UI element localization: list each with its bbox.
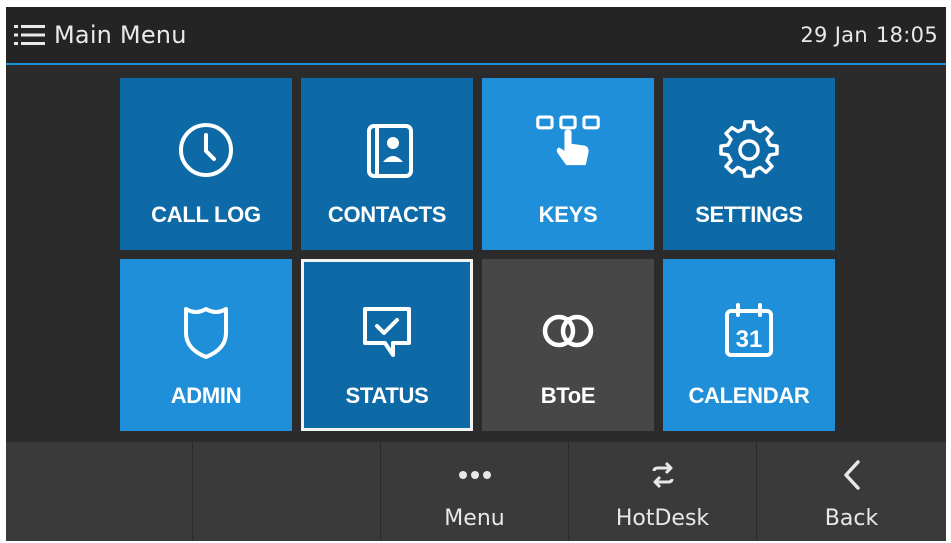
more-dots-icon xyxy=(455,460,495,490)
chevron-left-icon xyxy=(841,460,863,490)
tile-contacts[interactable]: CONTACTS xyxy=(301,78,473,250)
time-text: 18:05 xyxy=(875,23,938,47)
calendar-icon: 31 xyxy=(717,299,781,363)
shield-icon xyxy=(174,299,238,363)
softkey-2-empty[interactable] xyxy=(193,442,381,541)
keys-touch-icon xyxy=(536,110,600,174)
tile-label: SETTINGS xyxy=(695,202,803,227)
tile-label: STATUS xyxy=(345,383,429,408)
tile-label: CALENDAR xyxy=(688,383,810,408)
tile-label: KEYS xyxy=(538,202,598,227)
tile-label: CONTACTS xyxy=(327,202,447,227)
tile-keys[interactable]: KEYS xyxy=(482,78,654,250)
softkey-label: Back xyxy=(824,506,879,531)
calendar-icon-text: 31 xyxy=(736,326,763,353)
tile-label: CALL LOG xyxy=(151,202,261,227)
contacts-book-icon xyxy=(355,118,419,182)
tile-label: ADMIN xyxy=(170,383,242,408)
softkey-label: HotDesk xyxy=(615,506,710,531)
phone-screen: Main Menu 29 Jan 18:05 CALL LOG CONTACTS … xyxy=(6,7,946,541)
menu-grid: CALL LOG CONTACTS KEYS SETTINGS ADMIN ST… xyxy=(120,78,836,433)
list-menu-icon[interactable] xyxy=(14,22,48,48)
tile-admin[interactable]: ADMIN xyxy=(120,259,292,431)
softkey-label: Menu xyxy=(444,506,505,531)
tile-btoe[interactable]: BToE xyxy=(482,259,654,431)
page-title: Main Menu xyxy=(54,21,187,49)
softkey-menu[interactable]: Menu xyxy=(381,442,569,541)
gear-icon xyxy=(717,118,781,182)
tile-label: BToE xyxy=(540,383,596,408)
btoe-rings-icon xyxy=(536,299,600,363)
softkey-bar: Menu HotDesk Back xyxy=(6,442,946,541)
tile-calendar[interactable]: 31 CALENDAR xyxy=(663,259,835,431)
date-text: 29 Jan xyxy=(800,23,868,47)
tile-call-log[interactable]: CALL LOG xyxy=(120,78,292,250)
swap-arrows-icon xyxy=(648,460,678,490)
tile-status[interactable]: STATUS xyxy=(301,259,473,431)
clock-icon xyxy=(174,118,238,182)
softkey-hotdesk[interactable]: HotDesk xyxy=(569,442,757,541)
softkey-back[interactable]: Back xyxy=(757,442,946,541)
softkey-1-empty[interactable] xyxy=(6,442,193,541)
date-time: 29 Jan 18:05 xyxy=(800,23,946,47)
title-bar: Main Menu 29 Jan 18:05 xyxy=(6,7,946,65)
tile-settings[interactable]: SETTINGS xyxy=(663,78,835,250)
title-group: Main Menu xyxy=(6,21,187,49)
status-message-icon xyxy=(355,299,419,363)
